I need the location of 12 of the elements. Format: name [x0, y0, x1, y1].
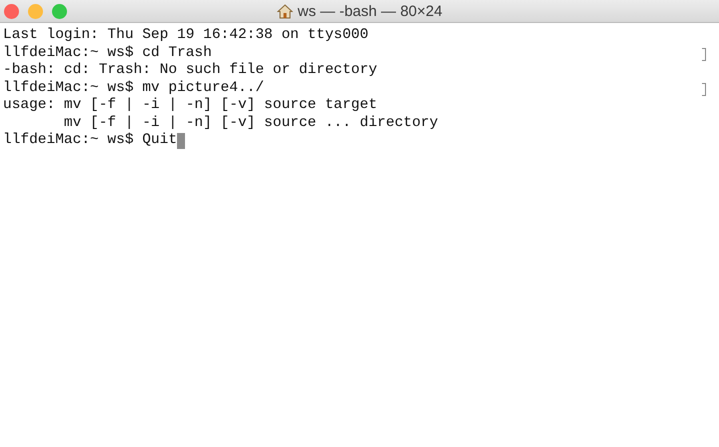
window-title: ws — -bash — 80×24	[298, 2, 442, 20]
terminal-line: llfdeiMac:~ ws$ cd Trash	[3, 44, 212, 62]
house-icon	[276, 4, 293, 18]
terminal-line: -bash: cd: Trash: No such file or directory	[3, 62, 378, 80]
terminal-line: usage: mv [-f | -i | -n] [-v] source target	[3, 97, 378, 114]
terminal-line: mv [-f | -i | -n] [-v] source ... directory	[62, 114, 438, 132]
zoom-button[interactable]	[52, 4, 67, 18]
terminal-line: Last login: Thu Sep 19 16:42:38 on ttys000	[3, 27, 368, 44]
terminal-line: llfdeiMac:~ ws$ Quit	[3, 132, 178, 150]
close-button[interactable]	[4, 4, 19, 18]
minimize-button[interactable]	[28, 4, 43, 18]
terminal-line: llfdeiMac:~ ws$ mv picture4../	[3, 80, 264, 97]
